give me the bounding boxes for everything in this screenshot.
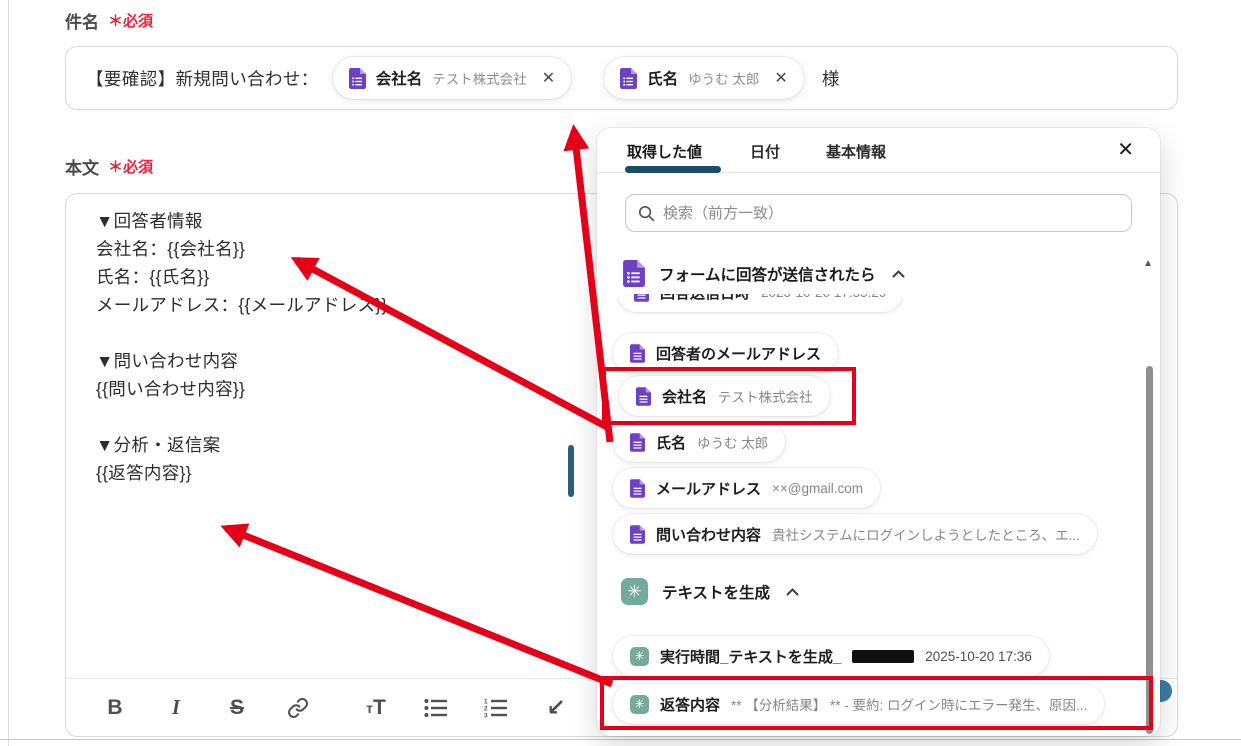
- svg-text:2: 2: [484, 705, 488, 712]
- subject-prefix-text: 【要確認】新規問い合わせ：: [86, 66, 319, 91]
- highlight-box-reply: [600, 676, 1153, 730]
- body-textarea[interactable]: ▼回答者情報 会社名：{{会社名}} 氏名：{{氏名}} メールアドレス：{{メ…: [96, 207, 616, 487]
- variables-panel: 取得した値 日付 基本情報 ✕ フォームに回答が送信されたら: [597, 128, 1160, 736]
- tab-acquired-values[interactable]: 取得した値: [627, 141, 702, 162]
- chip-remove-icon[interactable]: ✕: [542, 68, 555, 88]
- variable-chip-name[interactable]: 氏名 ゆうむ 太郎: [613, 422, 785, 462]
- google-forms-icon: [349, 68, 366, 89]
- clipped-list-item-wrapper: 回答送信日時 2025-10-20 17:35:29: [617, 294, 903, 315]
- body-required-badge: ＊必須: [108, 156, 153, 177]
- strikethrough-icon[interactable]: S: [220, 691, 254, 725]
- variable-chip-email[interactable]: メールアドレス ××@gmail.com: [613, 468, 880, 508]
- chip-value: テスト株式会社: [432, 68, 527, 88]
- tab-basic-info[interactable]: 基本情報: [826, 141, 886, 162]
- chevron-up-icon[interactable]: [786, 588, 799, 596]
- search-input[interactable]: [663, 205, 1119, 222]
- active-tab-underline: [625, 166, 721, 173]
- google-forms-icon: [620, 68, 637, 89]
- subject-label-row: 件名 ＊必須: [65, 8, 153, 33]
- subject-variable-chip-name[interactable]: 氏名 ゆうむ 太郎 ✕: [604, 57, 804, 99]
- section-generate-text[interactable]: ✳ テキストを生成: [621, 578, 799, 605]
- email-template-editor: 件名 ＊必須 【要確認】新規問い合わせ： 会社名 テスト株式会社 ✕ 氏名 ゆう…: [0, 0, 1241, 746]
- body-label: 本文: [65, 154, 99, 179]
- google-forms-icon: [634, 294, 649, 302]
- google-forms-icon: [630, 525, 645, 544]
- panel-tab-bar: 取得した値 日付 基本情報 ✕: [597, 128, 1160, 173]
- chip-remove-icon[interactable]: ✕: [774, 68, 787, 88]
- close-icon[interactable]: ✕: [1117, 137, 1134, 162]
- subject-label: 件名: [65, 8, 99, 33]
- tab-date[interactable]: 日付: [750, 141, 780, 162]
- variable-chip-exec-time[interactable]: ✳ 実行時間_テキストを生成_ 2025-10-20 17:36: [613, 636, 1049, 676]
- body-label-row: 本文 ＊必須: [65, 154, 153, 179]
- panel-search: [625, 194, 1132, 232]
- redacted-text: [852, 650, 914, 663]
- outdent-arrow-icon[interactable]: ↙: [539, 691, 573, 725]
- subject-suffix-text: 様: [822, 66, 840, 91]
- google-forms-icon: [630, 433, 645, 452]
- variable-chip-submit-datetime[interactable]: 回答送信日時 2025-10-20 17:35:29: [617, 294, 903, 312]
- section-title: フォームに回答が送信されたら: [659, 263, 876, 285]
- subject-required-badge: ＊必須: [108, 10, 153, 31]
- bullet-list-icon[interactable]: [419, 691, 453, 725]
- openai-icon: ✳: [621, 578, 648, 605]
- numbered-list-icon[interactable]: 123: [479, 691, 513, 725]
- google-forms-icon: [630, 479, 645, 498]
- svg-text:1: 1: [484, 698, 488, 705]
- chip-value: ゆうむ 太郎: [688, 68, 759, 88]
- section-form-trigger[interactable]: フォームに回答が送信されたら: [623, 260, 905, 287]
- openai-icon: ✳: [630, 647, 649, 666]
- chip-label: 氏名: [647, 67, 678, 89]
- chip-label: 会社名: [376, 67, 423, 89]
- body-scrollbar-thumb[interactable]: [568, 445, 574, 497]
- subject-input[interactable]: 【要確認】新規問い合わせ： 会社名 テスト株式会社 ✕ 氏名 ゆうむ 太郎 ✕ …: [65, 46, 1178, 110]
- chevron-up-icon[interactable]: [892, 270, 905, 278]
- link-icon[interactable]: [281, 691, 315, 725]
- italic-icon[interactable]: I: [159, 691, 193, 725]
- google-forms-icon: [630, 344, 645, 363]
- container-bottom-border: [0, 739, 1241, 740]
- search-icon: [638, 205, 655, 222]
- google-forms-icon: [623, 260, 645, 287]
- variable-chip-inquiry[interactable]: 問い合わせ内容 貴社システムにログインしようとしたところ、エ...: [613, 514, 1097, 554]
- bold-icon[interactable]: B: [98, 691, 132, 725]
- section-title: テキストを生成: [662, 581, 770, 603]
- font-size-icon[interactable]: тT: [359, 691, 393, 725]
- svg-text:3: 3: [484, 712, 488, 717]
- highlight-box-company: [602, 367, 856, 425]
- container-left-border: [8, 0, 9, 746]
- scrollbar-up-arrow[interactable]: ▲: [1143, 258, 1153, 269]
- subject-variable-chip-company[interactable]: 会社名 テスト株式会社 ✕: [333, 57, 571, 99]
